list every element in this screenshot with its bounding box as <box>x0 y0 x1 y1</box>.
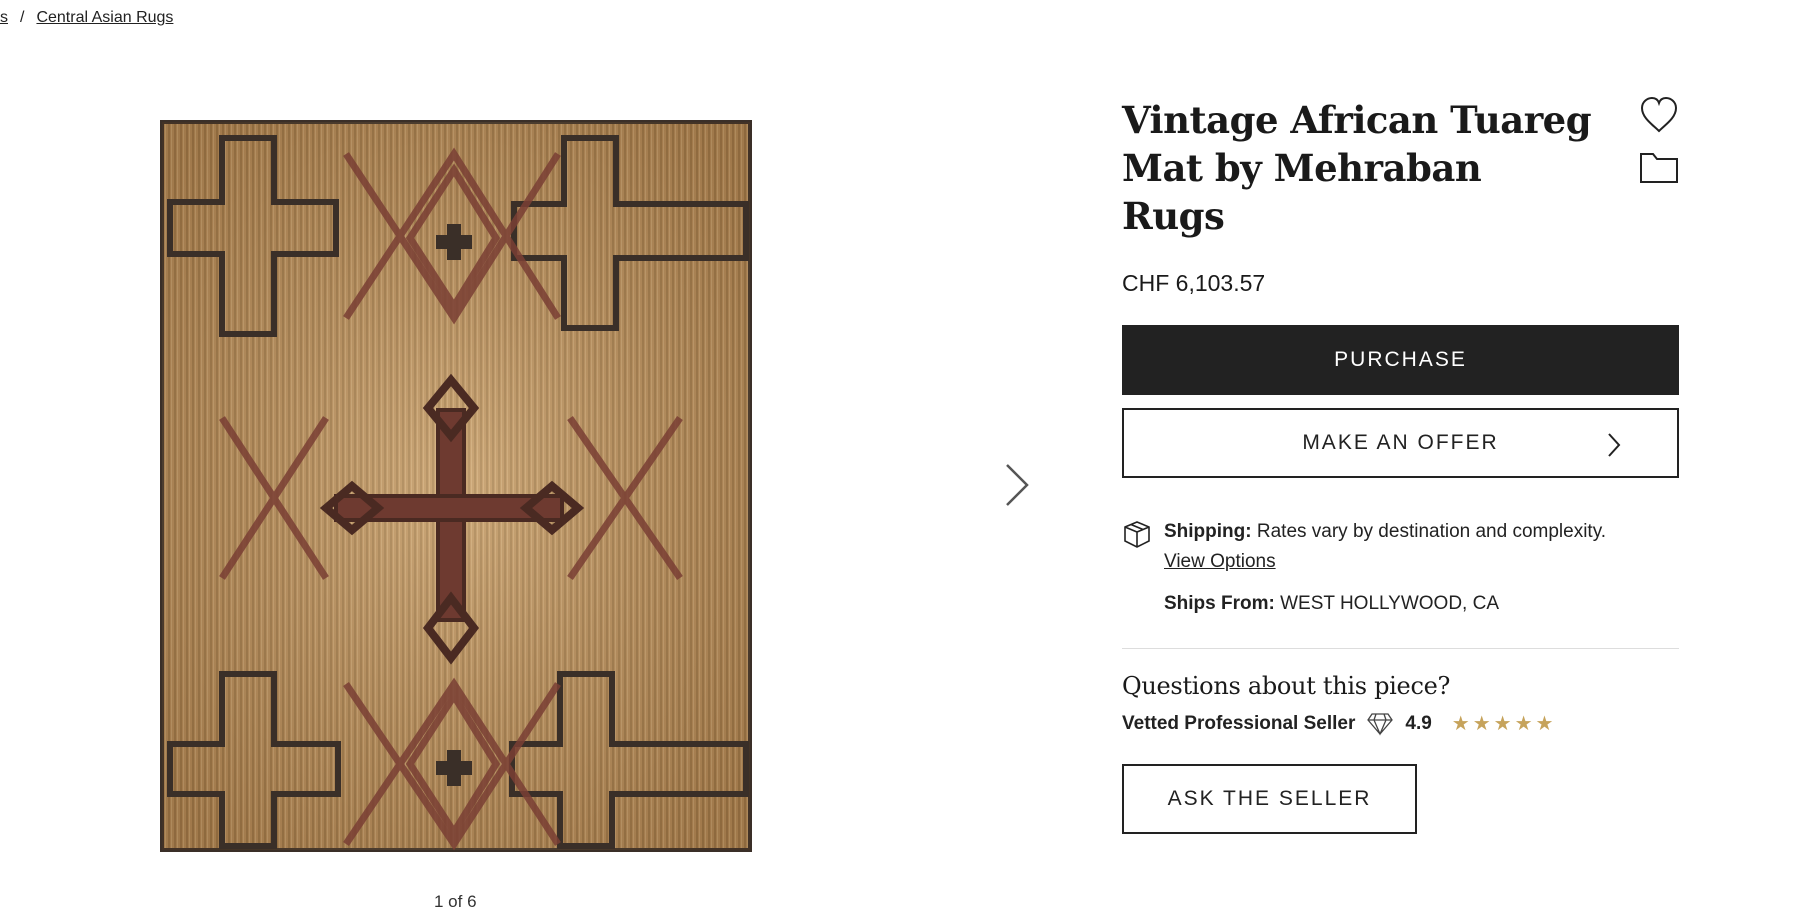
shipping-line: Shipping: Rates vary by destination and … <box>1164 517 1679 547</box>
product-price: CHF 6,103.57 <box>1122 270 1266 296</box>
seller-rating: 4.9 <box>1405 713 1432 734</box>
favorite-button[interactable] <box>1639 96 1679 136</box>
divider <box>1122 648 1679 649</box>
ships-from-value: WEST HOLLYWOOD, CA <box>1280 593 1500 614</box>
shipping-info: Shipping: Rates vary by destination and … <box>1122 517 1679 619</box>
make-offer-button-label: MAKE AN OFFER <box>1302 431 1499 454</box>
view-shipping-options-link[interactable]: View Options <box>1164 547 1679 577</box>
ships-from-label: Ships From: <box>1164 593 1275 614</box>
image-gallery: 1 of 6 <box>0 0 1060 911</box>
star-icon: ★ <box>1535 713 1554 735</box>
chevron-right-icon <box>1608 433 1621 457</box>
ships-from: Ships From: WEST HOLLYWOOD, CA <box>1164 589 1679 619</box>
shipping-box-icon <box>1124 521 1150 548</box>
star-icon: ★ <box>1493 713 1512 735</box>
product-image[interactable] <box>156 118 756 853</box>
diamond-icon <box>1367 713 1394 736</box>
ask-seller-button-label: ASK THE SELLER <box>1167 787 1372 810</box>
purchase-button-label: PURCHASE <box>1334 348 1467 371</box>
image-counter: 1 of 6 <box>434 892 477 911</box>
shipping-text: Rates vary by destination and complexity… <box>1256 521 1607 542</box>
ask-seller-button[interactable]: ASK THE SELLER <box>1122 764 1417 834</box>
star-icon: ★ <box>1514 713 1533 735</box>
star-icon: ★ <box>1451 713 1470 735</box>
purchase-button[interactable]: PURCHASE <box>1122 325 1679 395</box>
chevron-right-icon <box>1006 464 1029 506</box>
product-details: Vintage African Tuareg Mat by Mehraban R… <box>1122 96 1679 834</box>
questions-heading: Questions about this piece? <box>1122 672 1451 700</box>
product-title: Vintage African Tuareg Mat by Mehraban R… <box>1122 98 1592 238</box>
seller-badge-label: Vetted Professional Seller <box>1122 713 1356 734</box>
heart-icon <box>1640 96 1678 133</box>
next-image-button[interactable] <box>1003 462 1031 508</box>
add-to-collection-button[interactable] <box>1639 146 1679 186</box>
seller-info: Vetted Professional Seller 4.9 ★ ★ ★ ★ ★ <box>1122 712 1679 736</box>
star-icon: ★ <box>1472 713 1491 735</box>
rug-illustration <box>160 120 752 852</box>
make-offer-button[interactable]: MAKE AN OFFER <box>1122 408 1679 478</box>
star-rating: ★ ★ ★ ★ ★ <box>1452 714 1554 734</box>
folder-icon <box>1640 153 1678 183</box>
shipping-label: Shipping: <box>1164 521 1252 542</box>
